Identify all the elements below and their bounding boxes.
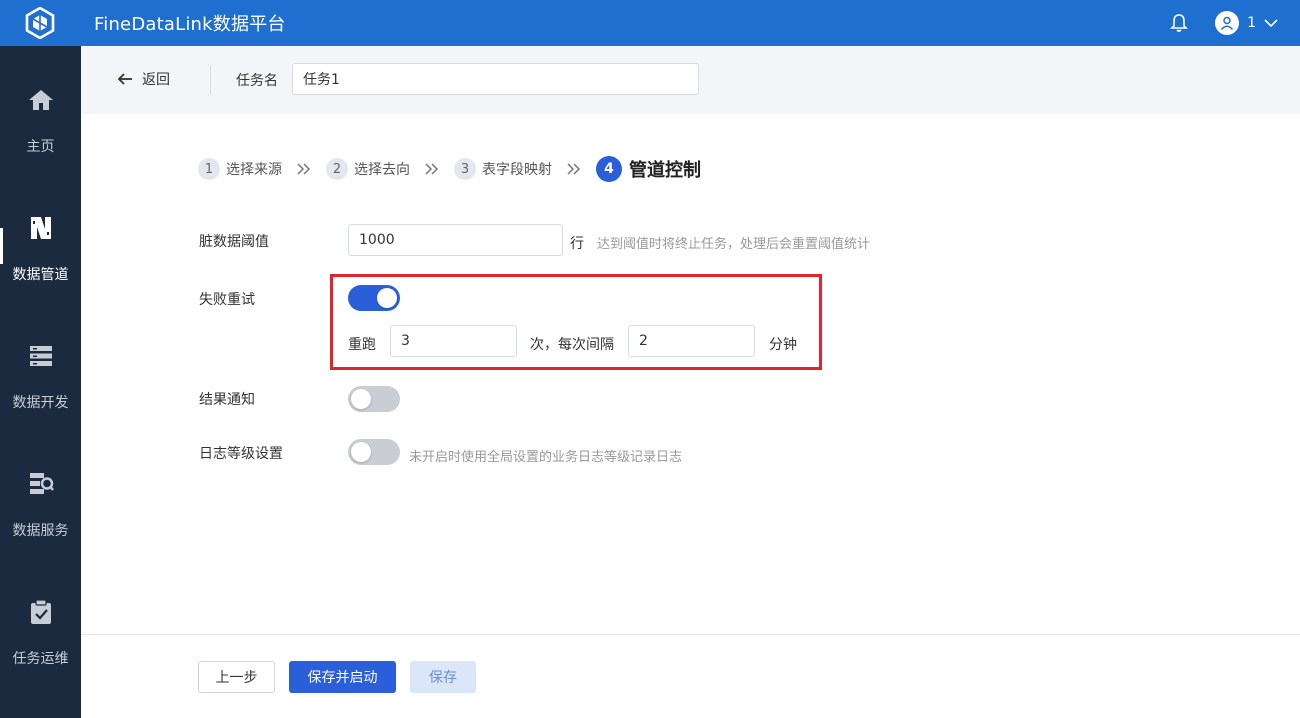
prev-step-button[interactable]: 上一步	[198, 661, 275, 693]
sidebar-item-label: 任务运维	[12, 651, 69, 667]
sidebar-item-data-dev[interactable]: 数据开发	[0, 302, 81, 430]
step-field-mapping[interactable]: 3 表字段映射	[454, 158, 552, 180]
data-service-icon	[27, 470, 55, 498]
step-number: 2	[326, 158, 348, 180]
sidebar-item-home[interactable]: 主页	[0, 46, 81, 174]
dirty-threshold-input[interactable]	[348, 224, 563, 256]
sidebar-item-task-ops[interactable]: 任务运维	[0, 558, 81, 686]
back-button[interactable]: 返回	[117, 69, 170, 89]
sidebar-item-label: 数据开发	[12, 395, 69, 411]
notification-bell-icon[interactable]	[1169, 13, 1189, 33]
step-label: 选择来源	[226, 162, 282, 178]
arrow-left-icon	[117, 73, 132, 85]
result-notify-toggle[interactable]	[348, 386, 400, 412]
task-name-input[interactable]	[292, 63, 699, 95]
step-number: 1	[198, 158, 220, 180]
double-chevron-right-icon	[424, 163, 440, 175]
dirty-threshold-hint: 达到阈值时将终止任务，处理后会重置阈值统计	[597, 237, 871, 252]
app-logo-icon[interactable]	[0, 0, 80, 46]
step-select-target[interactable]: 2 选择去向	[326, 158, 410, 180]
home-icon	[27, 86, 55, 114]
pipeline-icon	[27, 214, 55, 242]
toggle-knob	[351, 389, 371, 409]
sidebar-item-label: 数据服务	[12, 523, 69, 539]
double-chevron-right-icon	[566, 163, 582, 175]
task-name-label: 任务名	[236, 73, 278, 89]
sidebar-item-label: 数据管道	[12, 267, 69, 283]
log-level-hint: 未开启时使用全局设置的业务日志等级记录日志	[409, 450, 683, 465]
task-header: 返回 任务名	[81, 46, 1300, 114]
dirty-threshold-unit: 行	[570, 236, 584, 252]
step-select-source[interactable]: 1 选择来源	[198, 158, 282, 180]
toggle-knob	[351, 442, 371, 462]
retry-label: 失败重试	[199, 292, 255, 308]
chevron-down-icon[interactable]	[1264, 18, 1278, 28]
sidebar-item-label: 主页	[26, 139, 55, 155]
task-ops-icon	[27, 598, 55, 626]
step-label: 选择去向	[354, 162, 410, 178]
step-pipeline-control[interactable]: 4 管道控制	[596, 156, 701, 182]
dirty-threshold-label: 脏数据阈值	[199, 234, 269, 250]
log-level-label: 日志等级设置	[199, 446, 283, 462]
step-label: 表字段映射	[482, 162, 552, 178]
log-level-toggle[interactable]	[348, 439, 400, 465]
highlight-box	[330, 274, 822, 370]
footer-divider	[81, 634, 1300, 635]
back-label: 返回	[142, 72, 170, 88]
divider	[210, 66, 211, 94]
step-number: 4	[596, 156, 622, 182]
step-indicator: 1 选择来源 2 选择去向 3 表字段映射 4 管道控制	[198, 156, 701, 182]
step-number: 3	[454, 158, 476, 180]
user-name[interactable]: 1	[1247, 15, 1256, 31]
sidebar-item-data-service[interactable]: 数据服务	[0, 430, 81, 558]
top-bar: FineDataLink数据平台 1	[0, 0, 1300, 46]
save-and-start-button[interactable]: 保存并启动	[289, 661, 396, 693]
data-dev-icon	[27, 342, 55, 370]
double-chevron-right-icon	[296, 163, 312, 175]
save-button[interactable]: 保存	[410, 661, 476, 693]
user-avatar-icon[interactable]	[1215, 11, 1240, 35]
app-title: FineDataLink数据平台	[94, 14, 286, 35]
result-notify-label: 结果通知	[199, 392, 255, 408]
sidebar-item-pipeline[interactable]: 数据管道	[0, 174, 81, 302]
step-label: 管道控制	[629, 160, 701, 181]
sidebar: 主页 数据管道 数据开发 数据服务 任务运维	[0, 46, 81, 718]
